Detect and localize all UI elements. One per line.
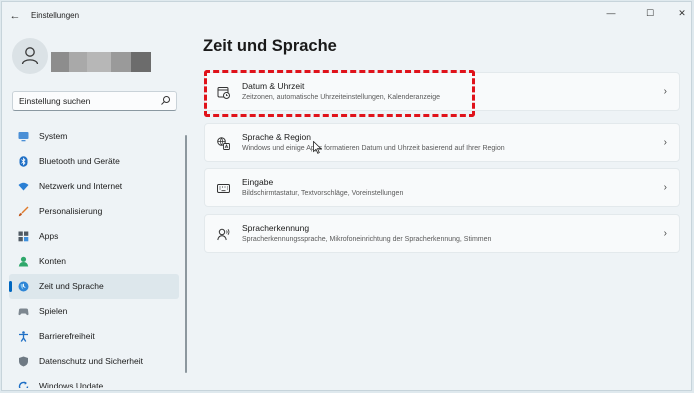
maximize-button[interactable]: ☐ bbox=[638, 5, 662, 21]
chevron-right-icon: › bbox=[663, 137, 667, 148]
mouse-cursor-icon bbox=[313, 141, 322, 154]
system-icon bbox=[18, 132, 29, 142]
chevron-right-icon: › bbox=[663, 182, 667, 193]
network-icon bbox=[18, 182, 29, 191]
settings-window: ← Einstellungen — ☐ ✕ Einstellung suchen… bbox=[1, 1, 692, 391]
sidebar-scrollbar[interactable] bbox=[185, 135, 187, 373]
sidebar-item-label: Apps bbox=[39, 231, 59, 241]
sidebar-item-label: Bluetooth und Geräte bbox=[39, 156, 120, 166]
card-description: Bildschirmtastatur, Textvorschläge, Vore… bbox=[242, 190, 404, 197]
sidebar-item-apps[interactable]: Apps bbox=[9, 224, 179, 249]
sidebar-item-windows-update[interactable]: Windows Update bbox=[9, 374, 179, 388]
update-icon bbox=[18, 381, 29, 388]
sidebar-item-label: Barrierefreiheit bbox=[39, 331, 95, 341]
speech-icon bbox=[217, 228, 230, 241]
card-title: Sprache & Region bbox=[242, 132, 311, 142]
back-arrow-icon[interactable]: ← bbox=[8, 9, 22, 23]
apps-icon bbox=[18, 231, 29, 242]
account-icon bbox=[18, 256, 29, 267]
sidebar-item-label: Windows Update bbox=[39, 381, 104, 388]
sidebar-item-label: System bbox=[39, 131, 68, 141]
person-icon bbox=[21, 47, 39, 65]
sidebar-item-label: Personalisierung bbox=[39, 206, 103, 216]
gamepad-icon bbox=[18, 308, 29, 316]
card-title: Spracherkennung bbox=[242, 223, 310, 233]
sidebar-item-personalization[interactable]: Personalisierung bbox=[9, 199, 179, 224]
sidebar-item-time-language[interactable]: Zeit und Sprache bbox=[9, 274, 179, 299]
sidebar-item-network[interactable]: Netzwerk und Internet bbox=[9, 174, 179, 199]
brush-icon bbox=[18, 206, 29, 217]
sidebar-item-label: Netzwerk und Internet bbox=[39, 181, 123, 191]
app-title: Einstellungen bbox=[31, 11, 80, 20]
sidebar-item-label: Spielen bbox=[39, 306, 68, 316]
avatar[interactable] bbox=[12, 38, 48, 74]
search-icon[interactable] bbox=[160, 95, 171, 106]
page-title: Zeit und Sprache bbox=[203, 37, 337, 55]
active-indicator bbox=[9, 281, 12, 292]
sidebar-item-privacy-security[interactable]: Datenschutz und Sicherheit bbox=[9, 349, 179, 374]
sidebar-item-accounts[interactable]: Konten bbox=[9, 249, 179, 274]
sidebar-item-bluetooth[interactable]: Bluetooth und Geräte bbox=[9, 149, 179, 174]
card-language-region[interactable]: Sprache & Region Windows und einige Apps… bbox=[204, 123, 680, 162]
language-icon bbox=[217, 137, 230, 150]
card-title: Eingabe bbox=[242, 177, 274, 187]
card-description: Spracherkennungssprache, Mikrofoneinrich… bbox=[242, 236, 492, 243]
sidebar-item-system[interactable]: System bbox=[9, 124, 179, 149]
sidebar-item-accessibility[interactable]: Barrierefreiheit bbox=[9, 324, 179, 349]
card-input[interactable]: Eingabe Bildschirmtastatur, Textvorschlä… bbox=[204, 168, 680, 207]
shield-icon bbox=[19, 356, 28, 367]
keyboard-icon bbox=[217, 184, 230, 193]
bluetooth-icon bbox=[19, 156, 28, 167]
sidebar-item-gaming[interactable]: Spielen bbox=[9, 299, 179, 324]
accessibility-icon bbox=[19, 331, 28, 342]
card-description: Windows und einige Apps formatieren Datu… bbox=[242, 145, 505, 152]
close-button[interactable]: ✕ bbox=[670, 5, 691, 21]
chevron-right-icon: › bbox=[663, 228, 667, 239]
title-bar: ← Einstellungen — ☐ ✕ bbox=[2, 2, 691, 30]
minimize-button[interactable]: — bbox=[599, 5, 623, 21]
sidebar-nav: System Bluetooth und Geräte Netzwerk und… bbox=[9, 124, 179, 388]
sidebar-item-label: Konten bbox=[39, 256, 66, 266]
globe-clock-icon bbox=[18, 281, 29, 292]
sidebar-item-label: Datenschutz und Sicherheit bbox=[39, 356, 143, 366]
chevron-right-icon: › bbox=[663, 86, 667, 97]
search-input[interactable]: Einstellung suchen bbox=[12, 91, 177, 111]
card-speech[interactable]: Spracherkennung Spracherkennungssprache,… bbox=[204, 214, 680, 253]
sidebar-item-label: Zeit und Sprache bbox=[39, 281, 104, 291]
highlight-annotation bbox=[204, 70, 475, 117]
search-placeholder: Einstellung suchen bbox=[19, 96, 91, 106]
